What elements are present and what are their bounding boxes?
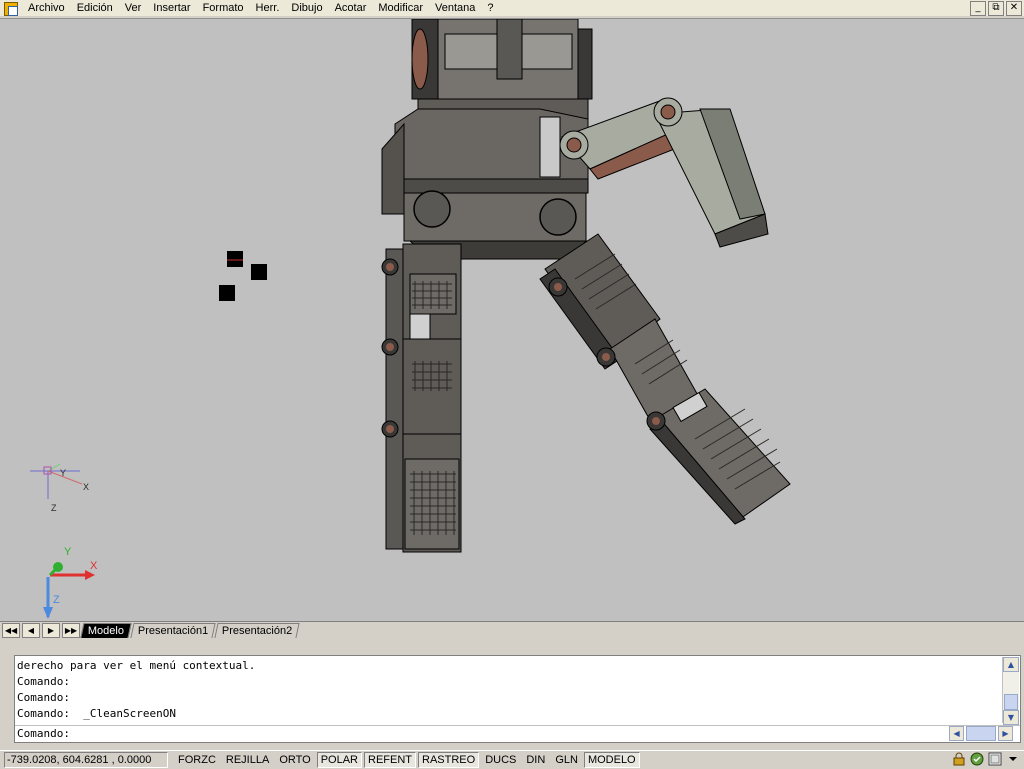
layout-tab-bar: ◀◀ ◀ ▶ ▶▶ Modelo Presentación1 Presentac…: [0, 621, 1024, 639]
toggle-din[interactable]: DIN: [522, 752, 550, 768]
autocad-app-icon[interactable]: [4, 1, 18, 16]
coordinate-readout[interactable]: -739.0208, 604.6281 , 0.0000: [4, 752, 168, 768]
toggle-polar[interactable]: POLAR: [316, 752, 362, 768]
ucs-large-z-label: Z: [53, 594, 60, 606]
command-history-line: Comando:: [17, 675, 70, 688]
toggle-modelo[interactable]: MODELO: [583, 752, 640, 768]
status-tray: [952, 752, 1020, 766]
toggle-forzc[interactable]: FORZC: [174, 752, 220, 768]
toggle-ducs[interactable]: DUCS: [481, 752, 521, 768]
drawing-viewport[interactable]: Y X Z Y X Z: [0, 18, 1024, 622]
ucs-icon-large: Y X Z: [43, 546, 98, 619]
status-bar: -739.0208, 604.6281 , 0.0000 FORZC REJIL…: [0, 750, 1024, 769]
scroll-right-icon[interactable]: ▶: [997, 726, 1013, 741]
prev-tab-button[interactable]: ◀: [22, 623, 40, 638]
robot-arm: [559, 97, 769, 248]
scroll-down-icon[interactable]: ▼: [1003, 710, 1019, 725]
last-tab-button[interactable]: ▶▶: [62, 623, 80, 638]
restore-button[interactable]: ⧉: [988, 1, 1004, 16]
command-history-line: Comando: _CleanScreenON: [17, 707, 176, 720]
menu-formato[interactable]: Formato: [197, 2, 250, 14]
grip-square[interactable]: [219, 285, 235, 301]
command-history: derecho para ver el menú contextual. Com…: [17, 658, 997, 722]
menu-ver[interactable]: Ver: [119, 2, 148, 14]
tab-presentacion1[interactable]: Presentación1: [130, 623, 217, 638]
ucs-large-y-label: Y: [64, 546, 72, 558]
menu-edicion[interactable]: Edición: [71, 2, 119, 14]
chevron-down-icon[interactable]: [1006, 752, 1020, 766]
command-window: derecho para ver el menú contextual. Com…: [14, 655, 1021, 743]
toggle-gln[interactable]: GLN: [551, 752, 582, 768]
command-input[interactable]: Comando:: [15, 725, 1020, 742]
grip-square[interactable]: [251, 264, 267, 280]
ucs-small-x-label: X: [83, 482, 89, 492]
communication-center-icon[interactable]: [970, 752, 984, 766]
menu-dibujo[interactable]: Dibujo: [285, 2, 328, 14]
ucs-icon-small: Y X Z: [30, 463, 89, 513]
ucs-small-z-label: Z: [51, 503, 57, 513]
robot-torso: [381, 98, 589, 260]
command-history-line: Comando:: [17, 691, 70, 704]
close-button[interactable]: ✕: [1006, 1, 1022, 16]
menu-insertar[interactable]: Insertar: [147, 2, 196, 14]
scroll-up-icon[interactable]: ▲: [1003, 657, 1019, 672]
grip-square[interactable]: [227, 251, 243, 267]
tab-modelo[interactable]: Modelo: [80, 623, 132, 638]
menu-help[interactable]: ?: [481, 2, 499, 14]
first-tab-button[interactable]: ◀◀: [2, 623, 20, 638]
menu-archivo[interactable]: Archivo: [22, 2, 71, 14]
command-hscroll[interactable]: ◀ ▶: [949, 726, 1013, 741]
menu-modificar[interactable]: Modificar: [372, 2, 429, 14]
command-history-line: derecho para ver el menú contextual.: [17, 659, 256, 672]
lock-icon[interactable]: [952, 752, 966, 766]
robot-right-leg: [539, 233, 791, 525]
command-scrollbar[interactable]: ▲ ▼: [1002, 657, 1019, 725]
top-gear-assembly: [411, 19, 593, 102]
toggle-orto[interactable]: ORTO: [275, 752, 315, 768]
scroll-left-icon[interactable]: ◀: [949, 726, 965, 741]
toggle-rastreo[interactable]: RASTREO: [418, 752, 480, 768]
menu-bar: Archivo Edición Ver Insertar Formato Her…: [0, 0, 1024, 16]
menu-ventana[interactable]: Ventana: [429, 2, 481, 14]
tab-presentacion2[interactable]: Presentación2: [214, 623, 301, 638]
clean-screen-icon[interactable]: [988, 752, 1002, 766]
ucs-small-y-label: Y: [60, 468, 66, 478]
menu-herr[interactable]: Herr.: [250, 2, 286, 14]
minimize-button[interactable]: _: [970, 1, 986, 16]
menu-acotar[interactable]: Acotar: [329, 2, 373, 14]
command-prompt: Comando:: [17, 727, 70, 740]
ucs-large-x-label: X: [90, 560, 98, 572]
robot-left-leg: [381, 243, 462, 553]
robot-model-render: Y X Z Y X Z: [30, 19, 791, 619]
toggle-refent[interactable]: REFENT: [364, 752, 416, 768]
next-tab-button[interactable]: ▶: [42, 623, 60, 638]
toggle-rejilla[interactable]: REJILLA: [221, 752, 274, 768]
